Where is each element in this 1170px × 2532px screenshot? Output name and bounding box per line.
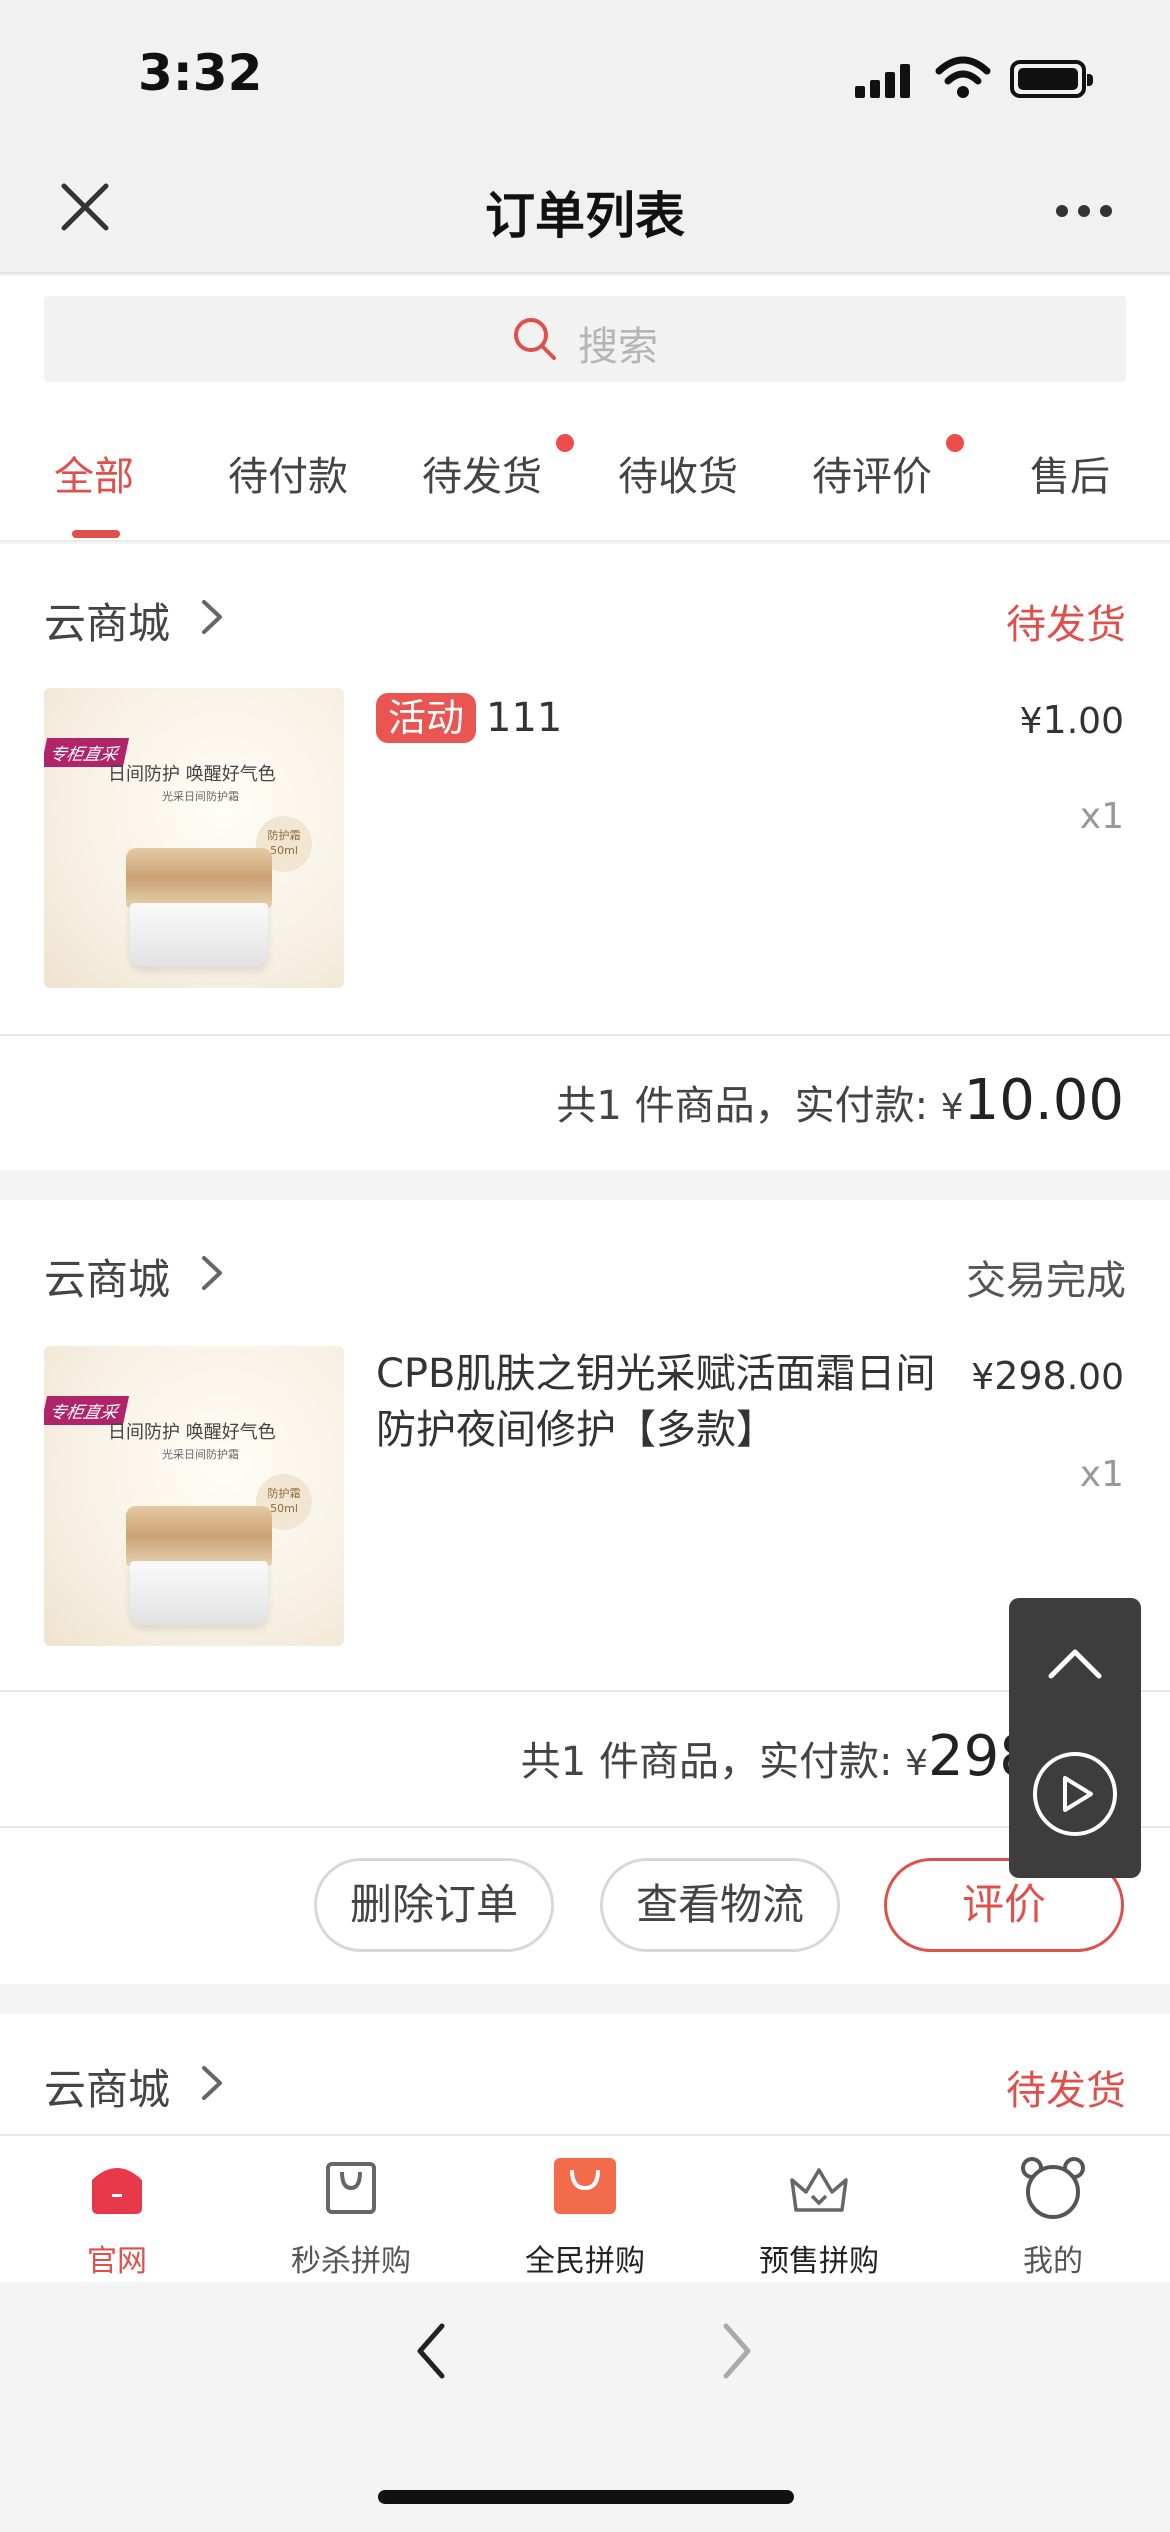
shop-name[interactable]: 云商城 [44, 1246, 170, 1307]
product-price: ¥1.00 [1020, 698, 1124, 742]
nav-bar: 订单列表 [0, 150, 1170, 274]
order-summary: 共1 件商品，实付款: [520, 1739, 906, 1785]
tabbar-item-presale[interactable]: 预售拼购 [702, 2136, 936, 2284]
signal-icon [855, 62, 915, 98]
price-decimal: .00 [1066, 1357, 1124, 1398]
status-time: 3:32 [138, 44, 263, 102]
product-image[interactable]: 专柜直采 日间防护 唤醒好气色 光采日间防护霜 防护霜 50ml [44, 688, 344, 988]
price-integer: 1 [1042, 698, 1067, 742]
divider [0, 1690, 1170, 1692]
product-image-subline: 光采日间防护霜 [162, 790, 239, 803]
price-integer: 298 [994, 1354, 1067, 1398]
tab-active-indicator [72, 530, 120, 538]
product-title[interactable]: 活动 111 [376, 690, 562, 746]
back-arrow-icon[interactable] [414, 2322, 448, 2380]
tab-pending-shipment-dot [556, 434, 574, 452]
order-card[interactable]: 云商城 交易完成 专柜直采 日间防护 唤醒好气色 光采日间防护霜 防护霜 50m… [0, 1200, 1170, 1984]
order-total: 共1 件商品，实付款: ¥10.00 [556, 1068, 1124, 1133]
divider [0, 1034, 1170, 1036]
price-symbol: ¥ [971, 1357, 995, 1398]
tab-pending-review-dot [946, 434, 964, 452]
product-quantity: x1 [1079, 796, 1124, 837]
jar-body [130, 903, 268, 967]
shop-name[interactable]: 云商城 [44, 2056, 170, 2117]
tabbar-item-flash-sale[interactable]: 秒杀拼购 [234, 2136, 468, 2284]
product-title[interactable]: CPB肌肤之钥光采赋活面霜日间防护夜间修护【多款】 [376, 1346, 956, 1458]
search-placeholder: 搜索 [578, 324, 658, 370]
tabbar-label: 全民拼购 [525, 2244, 645, 2279]
search-input[interactable]: 搜索 [44, 296, 1126, 382]
order-status: 待发货 [1006, 602, 1126, 648]
search-bar: 搜索 [0, 276, 1170, 404]
battery-icon [1010, 60, 1093, 98]
product-image-size-label: 防护霜 [267, 1487, 301, 1500]
tab-pending-receipt[interactable]: 待收货 [618, 444, 738, 502]
wifi-icon [935, 56, 991, 98]
tab-pending-shipment[interactable]: 待发货 [422, 444, 542, 502]
tabbar-label: 官网 [87, 2244, 147, 2279]
home-icon [92, 2168, 142, 2214]
product-image-subline: 光采日间防护霜 [162, 1448, 239, 1461]
total-currency: ¥ [905, 1743, 929, 1784]
jar-lid [126, 1506, 272, 1566]
order-summary: 共1 件商品，实付款: [556, 1083, 941, 1129]
order-status: 待发货 [1006, 2068, 1126, 2114]
total-amount: 10.00 [963, 1068, 1124, 1133]
shopping-bag-outline-icon [326, 2162, 376, 2214]
product-title-text: 111 [486, 695, 563, 741]
divider [0, 1826, 1170, 1828]
jar-body [130, 1561, 268, 1625]
chevron-right-icon [202, 600, 222, 634]
total-currency: ¥ [940, 1087, 964, 1128]
scroll-to-top-icon[interactable] [1047, 1646, 1103, 1680]
chevron-right-icon [202, 1256, 222, 1290]
bear-icon [1021, 2157, 1085, 2219]
tabbar-item-official[interactable]: 官网 [0, 2136, 234, 2284]
tab-pending-payment[interactable]: 待付款 [228, 444, 348, 502]
product-quantity: x1 [1079, 1454, 1124, 1495]
status-bar: 3:32 [0, 0, 1170, 150]
product-image[interactable]: 专柜直采 日间防护 唤醒好气色 光采日间防护霜 防护霜 50ml [44, 1346, 344, 1646]
tab-all[interactable]: 全部 [54, 444, 134, 502]
tab-pending-review[interactable]: 待评价 [812, 444, 932, 502]
tabbar-label: 预售拼购 [759, 2244, 879, 2279]
crown-icon [790, 2168, 848, 2212]
product-image-headline: 日间防护 唤醒好气色 [108, 1422, 276, 1443]
page-title: 订单列表 [485, 187, 685, 245]
chevron-right-icon [202, 2066, 222, 2100]
tabbar-item-group-buy[interactable]: 全民拼购 [468, 2136, 702, 2284]
order-status: 交易完成 [966, 1258, 1126, 1304]
product-price: ¥298.00 [971, 1354, 1124, 1398]
jar-lid [126, 848, 272, 908]
product-image-headline: 日间防护 唤醒好气色 [108, 764, 276, 785]
tabbar-label: 我的 [1023, 2244, 1083, 2279]
floating-widget [1009, 1598, 1141, 1878]
tabbar-label: 秒杀拼购 [291, 2244, 411, 2279]
bottom-tab-bar: 官网 秒杀拼购 全民拼购 预售拼购 我的 [0, 2134, 1170, 2282]
home-indicator [378, 2490, 794, 2504]
price-symbol: ¥ [1019, 701, 1043, 742]
play-icon[interactable] [1031, 1750, 1119, 1838]
price-decimal: .00 [1066, 701, 1124, 742]
product-image-size-label: 防护霜 [267, 829, 301, 842]
order-tabs: 全部 待付款 待发货 待收货 待评价 售后 [0, 404, 1170, 542]
promo-badge: 活动 [376, 693, 477, 743]
search-icon [514, 318, 556, 360]
shop-name[interactable]: 云商城 [44, 590, 170, 651]
order-card[interactable]: 云商城 待发货 [0, 2014, 1170, 2134]
view-logistics-button[interactable]: 查看物流 [600, 1858, 840, 1952]
shopping-bag-filled-icon [554, 2158, 616, 2214]
order-card[interactable]: 云商城 待发货 专柜直采 日间防护 唤醒好气色 光采日间防护霜 防护霜 50ml… [0, 544, 1170, 1170]
forward-arrow-icon[interactable] [720, 2322, 754, 2380]
more-icon[interactable] [1056, 205, 1112, 219]
tab-after-sales[interactable]: 售后 [1030, 444, 1110, 502]
tabbar-item-me[interactable]: 我的 [936, 2136, 1170, 2284]
delete-order-button[interactable]: 删除订单 [314, 1858, 554, 1952]
